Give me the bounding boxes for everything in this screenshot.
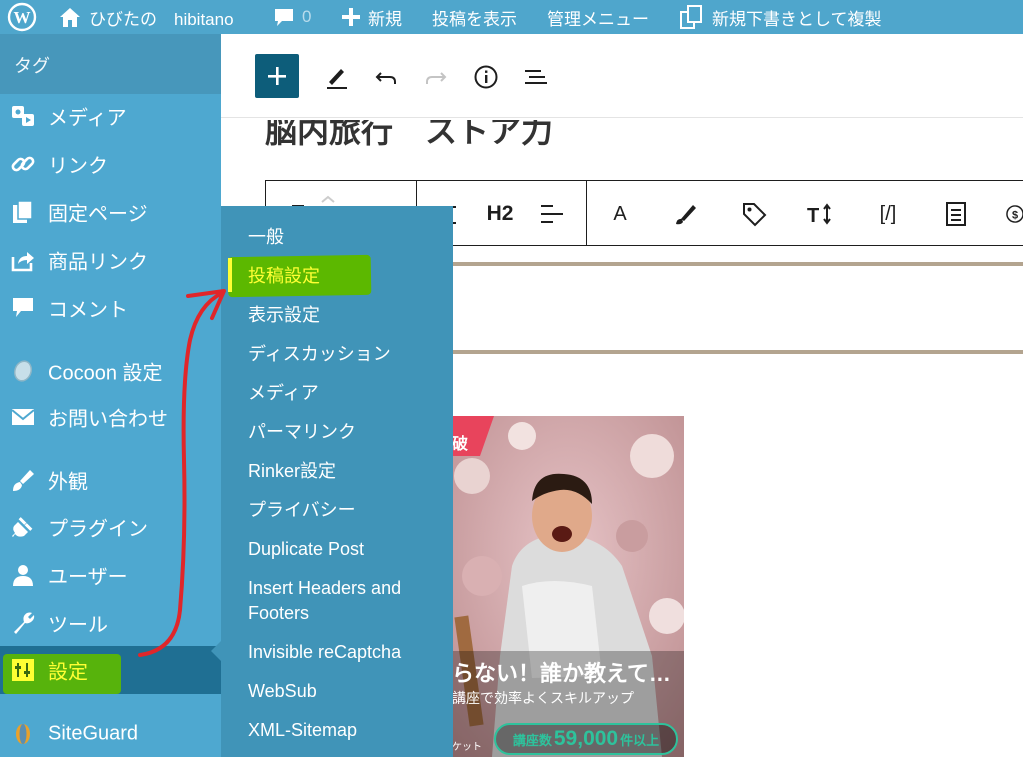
annotation-arrow <box>138 289 226 657</box>
